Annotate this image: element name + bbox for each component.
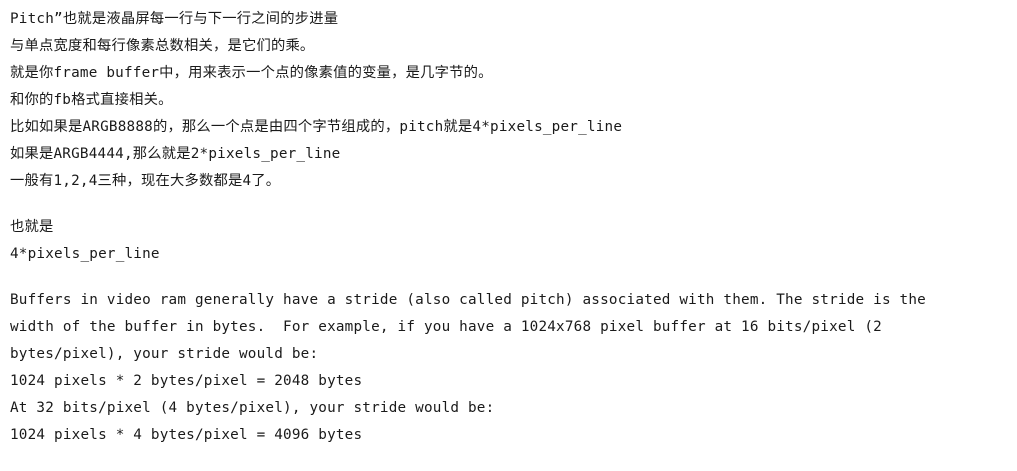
intro-32bpp: At 32 bits/pixel (4 bytes/pixel), your s…: [10, 400, 495, 416]
english-paragraph-line-3: bytes/pixel), your stride would be:: [10, 346, 319, 362]
english-paragraph-line-1: Buffers in video ram generally have a st…: [10, 292, 926, 308]
note-line-argb8888: 比如如果是ARGB8888的，那么一个点是由四个字节组成的，pitch就是4*p…: [10, 119, 623, 135]
note-line-pitch-product: 与单点宽度和每行像素总数相关，是它们的乘。: [10, 38, 315, 54]
note-line-fb-format: 和你的fb格式直接相关。: [10, 92, 173, 108]
calc-16bpp: 1024 pixels * 2 bytes/pixel = 2048 bytes: [10, 373, 363, 389]
document-body: Pitch”也就是液晶屏每一行与下一行之间的步进量 与单点宽度和每行像素总数相关…: [10, 6, 1011, 449]
summary-formula: 4*pixels_per_line: [10, 246, 160, 262]
summary-label: 也就是: [10, 219, 54, 235]
note-line-argb4444: 如果是ARGB4444,那么就是2*pixels_per_line: [10, 146, 341, 162]
note-line-frame-buffer: 就是你frame buffer中，用来表示一个点的像素值的变量，是几字节的。: [10, 65, 493, 81]
english-paragraph-line-2: width of the buffer in bytes. For exampl…: [10, 319, 882, 335]
note-line-pitch-definition: Pitch”也就是液晶屏每一行与下一行之间的步进量: [10, 11, 339, 27]
note-line-common-values: 一般有1,2,4三种，现在大多数都是4了。: [10, 173, 281, 189]
calc-32bpp: 1024 pixels * 4 bytes/pixel = 4096 bytes: [10, 427, 363, 443]
